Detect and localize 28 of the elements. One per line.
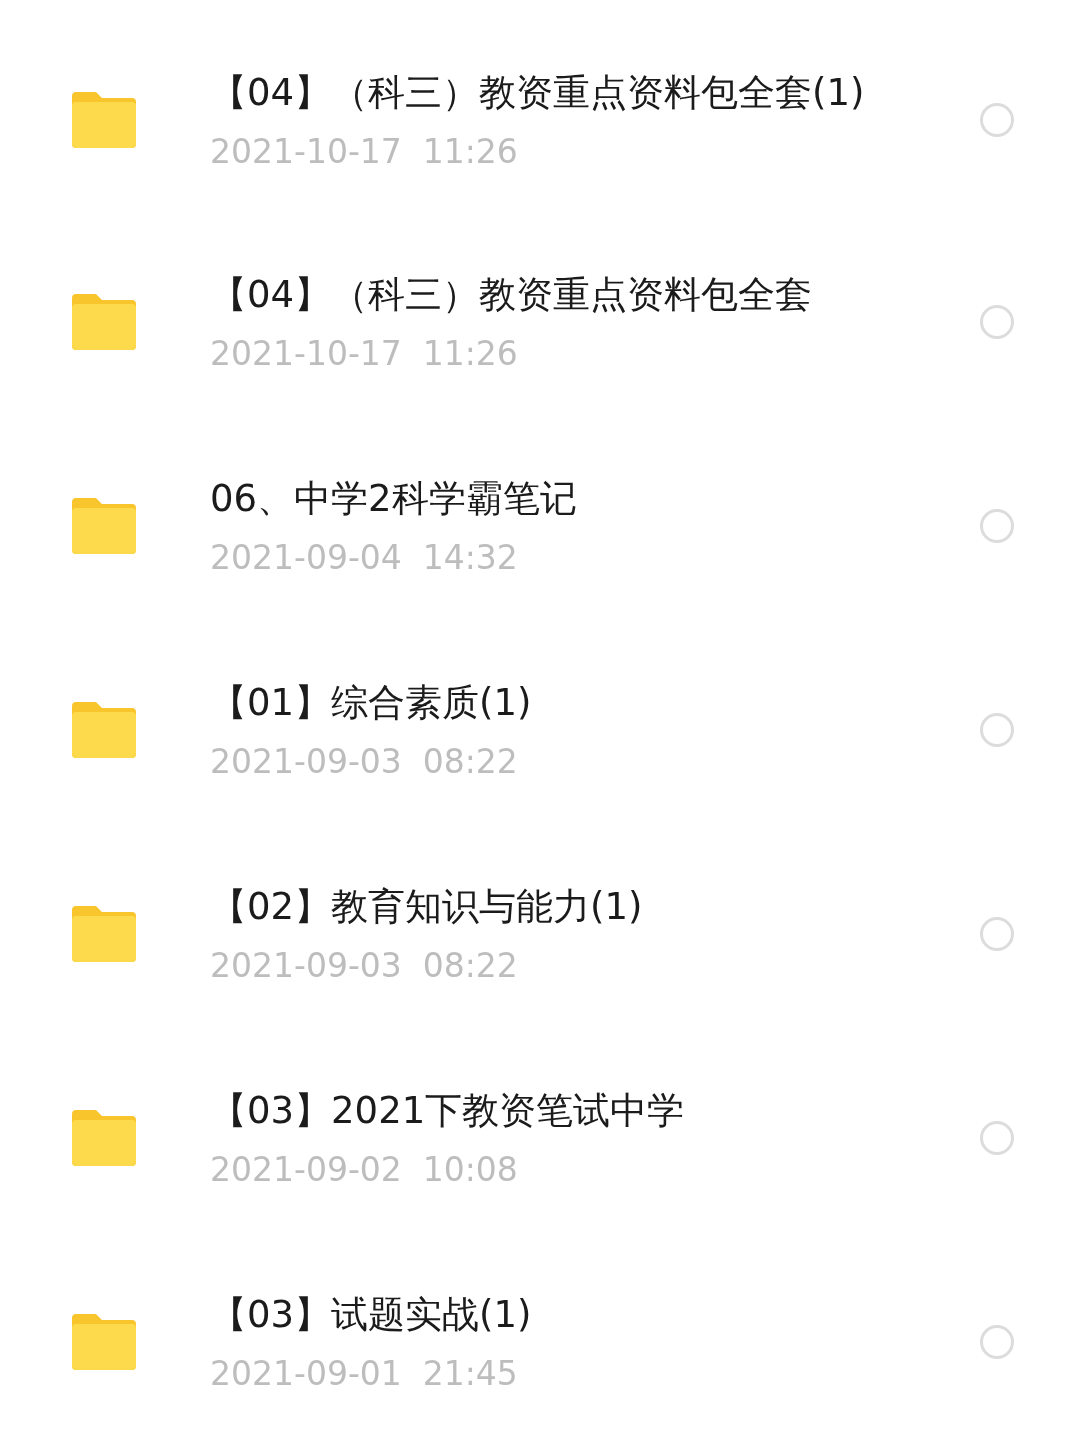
folder-icon [72, 1110, 136, 1166]
modified-date: 2021-09-02 10:08 [210, 1149, 519, 1189]
folder-name: 【03】2021下教资笔试中学 [210, 1088, 686, 1135]
folder-icon [72, 498, 136, 554]
folder-icon [72, 92, 136, 148]
folder-name: 【03】试题实战(1) [210, 1292, 533, 1339]
folder-icon [72, 294, 136, 350]
modified-date: 2021-09-03 08:22 [210, 741, 519, 781]
folder-name: 【01】综合素质(1) [210, 680, 533, 727]
modified-date: 2021-10-17 11:26 [210, 131, 519, 171]
select-radio[interactable] [980, 1121, 1014, 1155]
modified-date: 2021-09-04 14:32 [210, 537, 519, 577]
folder-name: 【02】教育知识与能力(1) [210, 884, 644, 931]
folder-name: 【04】（科三）教资重点资料包全套 [210, 272, 814, 319]
folder-icon [72, 702, 136, 758]
select-radio[interactable] [980, 305, 1014, 339]
select-radio[interactable] [980, 509, 1014, 543]
folder-name: 06、中学2科学霸笔记 [210, 476, 578, 523]
folder-name: 【04】（科三）教资重点资料包全套(1) [210, 70, 866, 117]
modified-date: 2021-09-01 21:45 [210, 1353, 519, 1393]
select-radio[interactable] [980, 713, 1014, 747]
select-radio[interactable] [980, 103, 1014, 137]
select-radio[interactable] [980, 917, 1014, 951]
folder-icon [72, 906, 136, 962]
folder-icon [72, 1314, 136, 1370]
select-radio[interactable] [980, 1325, 1014, 1359]
modified-date: 2021-10-17 11:26 [210, 333, 519, 373]
modified-date: 2021-09-03 08:22 [210, 945, 519, 985]
